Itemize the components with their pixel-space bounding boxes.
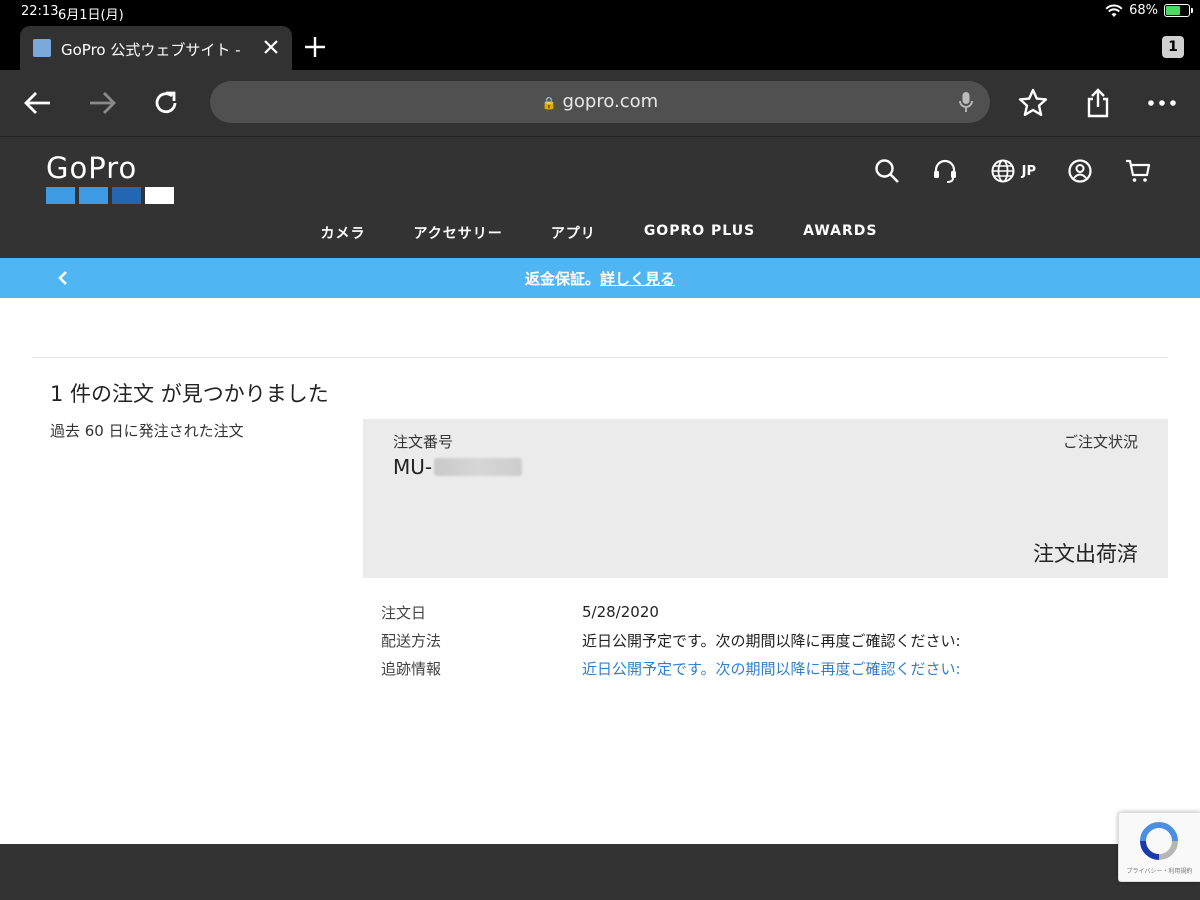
detail-row-shipping-method: 配送方法 近日公開予定です。次の期間以降に再度ご確認ください: (381, 626, 961, 654)
nav-item-awards[interactable]: AWARDS (803, 223, 877, 243)
order-number-label: 注文番号 (393, 433, 454, 451)
language-selector[interactable]: JP (989, 157, 1036, 185)
microphone-icon[interactable] (958, 91, 974, 113)
order-status-label: ご注文状況 (1062, 433, 1138, 451)
reload-icon[interactable] (150, 87, 182, 119)
search-icon[interactable] (873, 157, 901, 185)
promo-link[interactable]: 詳しく見る (600, 270, 675, 288)
divider (32, 357, 1168, 358)
nav-item-gopro-plus[interactable]: GOPRO PLUS (644, 223, 755, 243)
orders-heading: 1 件の注文 が見つかりました (50, 382, 329, 406)
status-date: 6月1日(月) (58, 8, 124, 23)
back-arrow-icon[interactable] (22, 87, 54, 119)
tracking-link[interactable]: 近日公開予定です。次の期間以降に再度ご確認ください: (582, 658, 961, 679)
logo-wordmark: GoPro (46, 151, 138, 185)
main-nav: カメラ アクセサリー アプリ GOPRO PLUS AWARDS (0, 223, 1200, 243)
site-header: GoPro JP カメラ アクセサリー アプリ GOPRO PLUS AWARD… (0, 136, 1200, 258)
order-status-value: 注文出荷済 (1033, 542, 1138, 566)
logo-block (79, 187, 108, 204)
address-text: 🔒 gopro.com (210, 91, 990, 112)
order-number: MU- (393, 455, 523, 479)
logo-block (145, 187, 174, 204)
language-code: JP (1021, 163, 1036, 179)
bookmark-star-icon[interactable] (1017, 87, 1049, 119)
promo-message: 返金保証。 (524, 270, 600, 288)
order-card[interactable]: 注文番号 MU- ご注文状況 注文出荷済 (363, 419, 1168, 578)
detail-label: 配送方法 (381, 631, 442, 650)
lock-icon: 🔒 (541, 96, 557, 110)
detail-label: 注文日 (381, 603, 427, 622)
logo-block (112, 187, 141, 204)
status-time: 22:13 (21, 4, 59, 19)
order-page: 1 件の注文 が見つかりました 過去 60 日に発注された注文 注文番号 MU-… (0, 298, 1200, 844)
logo-blocks (46, 187, 174, 204)
tab-strip: GoPro 公式ウェブサイト - 1 (0, 24, 1200, 70)
status-bar: 22:13 6月1日(月) 68% (0, 0, 1200, 24)
new-tab-icon[interactable] (302, 34, 328, 60)
share-icon[interactable] (1082, 87, 1114, 119)
detail-label: 追跡情報 (381, 659, 442, 678)
forward-arrow-icon[interactable] (86, 87, 118, 119)
battery-icon (1164, 4, 1193, 17)
globe-icon (991, 159, 1015, 183)
redacted-order-number (434, 458, 523, 476)
nav-item-cameras[interactable]: カメラ (321, 223, 366, 243)
browser-tab[interactable]: GoPro 公式ウェブサイト - (20, 26, 292, 70)
recaptcha-badge[interactable]: プライバシー・利用規約 (1118, 812, 1200, 882)
recaptcha-terms[interactable]: プライバシー・利用規約 (1119, 866, 1200, 875)
nav-item-apps[interactable]: アプリ (551, 223, 596, 243)
support-headset-icon[interactable] (931, 157, 959, 185)
browser-toolbar: 🔒 gopro.com (0, 70, 1200, 136)
order-details: 注文日 5/28/2020 配送方法 近日公開予定です。次の期間以降に再度ご確認… (381, 598, 961, 682)
address-bar[interactable]: 🔒 gopro.com (210, 81, 990, 123)
cart-icon[interactable] (1124, 157, 1152, 185)
tab-title: GoPro 公式ウェブサイト - (61, 41, 241, 59)
wifi-icon (1105, 4, 1123, 17)
detail-value: 5/28/2020 (582, 603, 659, 621)
detail-value: 近日公開予定です。次の期間以降に再度ご確認ください: (582, 631, 961, 650)
orders-subheading: 過去 60 日に発注された注文 (50, 422, 244, 440)
order-number-prefix: MU- (393, 455, 433, 479)
tab-count-button[interactable]: 1 (1162, 36, 1184, 58)
detail-row-order-date: 注文日 5/28/2020 (381, 598, 961, 626)
account-icon[interactable] (1066, 157, 1094, 185)
url-text: gopro.com (562, 91, 659, 112)
more-icon[interactable] (1146, 87, 1178, 119)
logo-block (46, 187, 75, 204)
favicon-icon (33, 39, 51, 57)
gopro-logo[interactable]: GoPro (46, 151, 174, 204)
detail-row-tracking: 追跡情報 近日公開予定です。次の期間以降に再度ご確認ください: (381, 654, 961, 682)
battery-percent: 68% (1129, 3, 1158, 18)
nav-item-accessories[interactable]: アクセサリー (414, 223, 503, 243)
close-tab-icon[interactable] (262, 36, 280, 58)
recaptcha-icon (1140, 822, 1178, 860)
promo-text: 返金保証。詳しく見る (0, 268, 1200, 289)
promo-banner: 返金保証。詳しく見る (0, 258, 1200, 298)
site-footer (0, 844, 1200, 900)
